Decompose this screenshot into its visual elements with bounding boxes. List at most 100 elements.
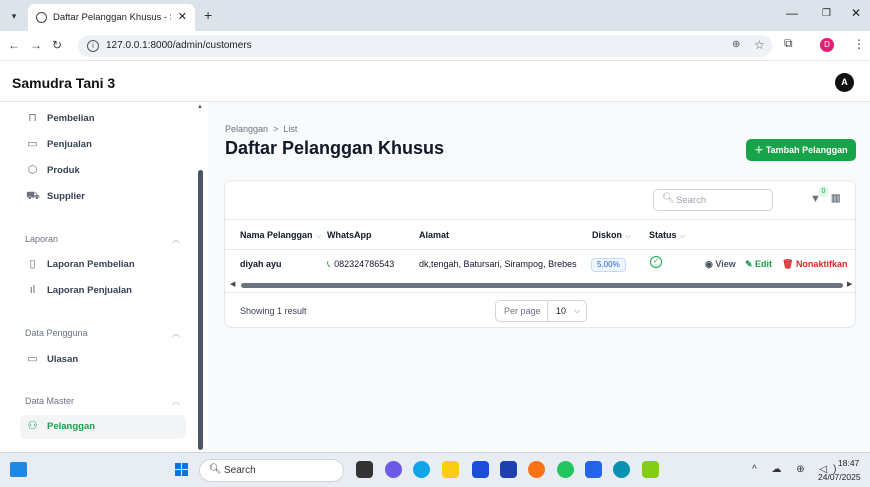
edge-icon[interactable]	[413, 461, 430, 478]
restore-icon[interactable]: ❐	[822, 8, 831, 19]
chevron-down-icon: ⌵	[679, 231, 686, 240]
sidebar-item-laporan-pembelian[interactable]: ▯ Laporan Pembelian	[20, 253, 186, 277]
search-icon: 🔍︎	[209, 464, 222, 475]
chrome-icon[interactable]	[557, 461, 574, 478]
breadcrumb-current: List	[283, 124, 298, 134]
taskview-icon[interactable]	[356, 461, 373, 478]
site-info-icon[interactable]: i	[87, 40, 99, 52]
brand-name[interactable]: Samudra Tani 3	[12, 75, 115, 91]
table-header: Nama Pelanggan ⌵ WhatsApp Alamat Diskon ⌵ …	[225, 220, 855, 250]
chat-icon: ▭	[27, 353, 38, 365]
customers-table-card: 🔍︎ ▼ 0 ▥ Nama Pelanggan⌵ WhatsApp Alamat…	[224, 180, 856, 328]
search-field[interactable]: 🔍︎	[653, 189, 773, 211]
sidebar-item-pembelian[interactable]: ⊓ Pembelian	[20, 107, 186, 131]
windows-start-icon[interactable]	[175, 463, 189, 477]
chevron-up-icon[interactable]: ︿	[172, 396, 180, 407]
scroll-up-arrow-icon[interactable]: ▲	[197, 104, 203, 110]
chevron-up-icon[interactable]: ︿	[172, 328, 180, 339]
search-icon: 🔍︎	[662, 193, 675, 204]
eye-icon: ◉	[705, 259, 716, 269]
sidebar-item-label: Laporan Pembelian	[47, 259, 135, 270]
sidebar-item-supplier[interactable]: ⛟ Supplier	[20, 185, 186, 209]
forward-arrow-icon[interactable]: →	[30, 38, 42, 52]
widgets-icon[interactable]	[10, 462, 27, 477]
chevron-down-icon: ⌵	[315, 231, 322, 240]
url-text[interactable]: 127.0.0.1:8000/admin/customers	[106, 40, 252, 51]
sidebar-item-label: Laporan Penjualan	[47, 285, 132, 296]
scroll-right-arrow-icon[interactable]: ▶	[847, 280, 852, 288]
per-page-label: Per page	[504, 306, 541, 316]
group-label-laporan[interactable]: Laporan	[25, 234, 58, 244]
back-arrow-icon[interactable]: ←	[8, 38, 20, 52]
scroll-left-arrow-icon[interactable]: ◀	[230, 280, 235, 288]
sidebar-item-label: Penjualan	[47, 139, 92, 150]
zoom-icon[interactable]: ⊕	[732, 39, 740, 50]
column-header-status[interactable]: Status ⌵	[649, 230, 686, 241]
user-avatar[interactable]: A	[835, 73, 854, 92]
phone-icon: 📞︎	[327, 259, 331, 269]
cell-alamat[interactable]: dk,tengah, Batursari, Sirampog, Brebes	[419, 259, 577, 269]
truck-icon: ⛟	[26, 190, 40, 202]
app-l-icon[interactable]	[500, 461, 517, 478]
horizontal-scroll-thumb[interactable]	[241, 283, 843, 288]
chevron-down-icon[interactable]: ⌵	[574, 306, 580, 316]
edit-action[interactable]: ✎ Edit	[745, 259, 772, 270]
file-explorer-icon[interactable]	[442, 461, 459, 478]
app-icon[interactable]	[613, 461, 630, 478]
terminal-icon[interactable]	[642, 461, 659, 478]
reload-icon[interactable]: ↻	[52, 38, 62, 52]
sidebar-item-label: Pelanggan	[47, 421, 96, 432]
store-icon[interactable]	[472, 461, 489, 478]
column-header-diskon[interactable]: Diskon ⌵	[592, 230, 631, 241]
close-tab-icon[interactable]: ✕	[178, 10, 187, 23]
main-content: Pelanggan > List Daftar Pelanggan Khusus…	[208, 102, 870, 452]
clock-time[interactable]: 18:47	[838, 458, 859, 468]
tab-search-icon[interactable]: ▾	[6, 8, 22, 24]
browser-profile-avatar[interactable]: D	[820, 38, 834, 52]
browser-menu-icon[interactable]: ⋮	[853, 37, 865, 51]
table-horizontal-scrollbar[interactable]: ◀ ▶	[225, 280, 855, 291]
sidebar-item-pelanggan[interactable]: ⚇ Pelanggan	[20, 415, 186, 439]
deactivate-action[interactable]: 🗑︎ Nonaktifkan	[782, 259, 847, 270]
cash-icon: ▭	[27, 138, 38, 150]
search-input[interactable]	[676, 193, 768, 208]
breadcrumb-parent[interactable]: Pelanggan	[225, 124, 268, 134]
clock-date[interactable]: 24/07/2025	[818, 472, 861, 482]
extensions-icon[interactable]: ⧉	[784, 36, 793, 51]
breadcrumb: Pelanggan > List	[225, 124, 297, 134]
browser-tab[interactable]: Daftar Pelanggan Khusus - Sam ✕	[28, 4, 195, 31]
result-count: Showing 1 result	[240, 306, 307, 316]
columns-toggle-icon[interactable]: ▥	[831, 193, 841, 204]
word-icon[interactable]	[585, 461, 602, 478]
table-row[interactable]: diyah ayu 📞︎ 082324786543 dk,tengah, Batu…	[225, 250, 855, 279]
window-close-icon[interactable]: ✕	[851, 6, 861, 20]
tab-title: Daftar Pelanggan Khusus - Sam	[53, 12, 171, 23]
sidebar-item-laporan-penjualan[interactable]: ıl Laporan Penjualan	[20, 279, 186, 303]
per-page-value[interactable]: 10	[556, 306, 566, 316]
os-taskbar: 🔍︎ Search ^ ☁ ⊕ ◁) 18:47 24/07/2025	[0, 452, 870, 487]
sidebar-item-label: Pembelian	[47, 113, 95, 124]
column-header-whatsapp: WhatsApp	[327, 230, 372, 240]
sidebar-scrollbar-thumb[interactable]	[198, 170, 203, 450]
view-action[interactable]: ◉ View	[705, 259, 736, 270]
minimize-icon[interactable]: —	[786, 6, 798, 20]
per-page-select[interactable]: Per page 10 ⌵	[495, 300, 587, 322]
cell-nama[interactable]: diyah ayu	[240, 259, 282, 269]
sidebar-item-label: Ulasan	[47, 354, 79, 365]
sidebar-item-produk[interactable]: ⬡ Produk	[20, 159, 186, 183]
sidebar-item-penjualan[interactable]: ▭ Penjualan	[20, 133, 186, 157]
taskbar-search[interactable]: 🔍︎ Search	[199, 459, 344, 482]
copilot-icon[interactable]	[385, 461, 402, 478]
bookmark-star-icon[interactable]: ☆	[754, 38, 765, 52]
add-customer-button[interactable]: ＋ Tambah Pelanggan	[746, 139, 856, 161]
sidebar-item-ulasan[interactable]: ▭ Ulasan	[20, 348, 186, 372]
address-bar[interactable]: i 127.0.0.1:8000/admin/customers ⊕ ☆	[78, 35, 772, 57]
group-label-data-master[interactable]: Data Master	[25, 396, 74, 406]
new-tab-icon[interactable]: +	[204, 7, 212, 23]
cell-whatsapp[interactable]: 📞︎ 082324786543	[327, 259, 394, 270]
firefox-icon[interactable]	[528, 461, 545, 478]
chevron-up-icon[interactable]: ︿	[172, 234, 180, 245]
column-header-nama[interactable]: Nama Pelanggan ⌵	[240, 230, 322, 241]
group-label-data-pengguna[interactable]: Data Pengguna	[25, 328, 88, 338]
shopping-bag-icon: ⊓	[28, 112, 37, 124]
